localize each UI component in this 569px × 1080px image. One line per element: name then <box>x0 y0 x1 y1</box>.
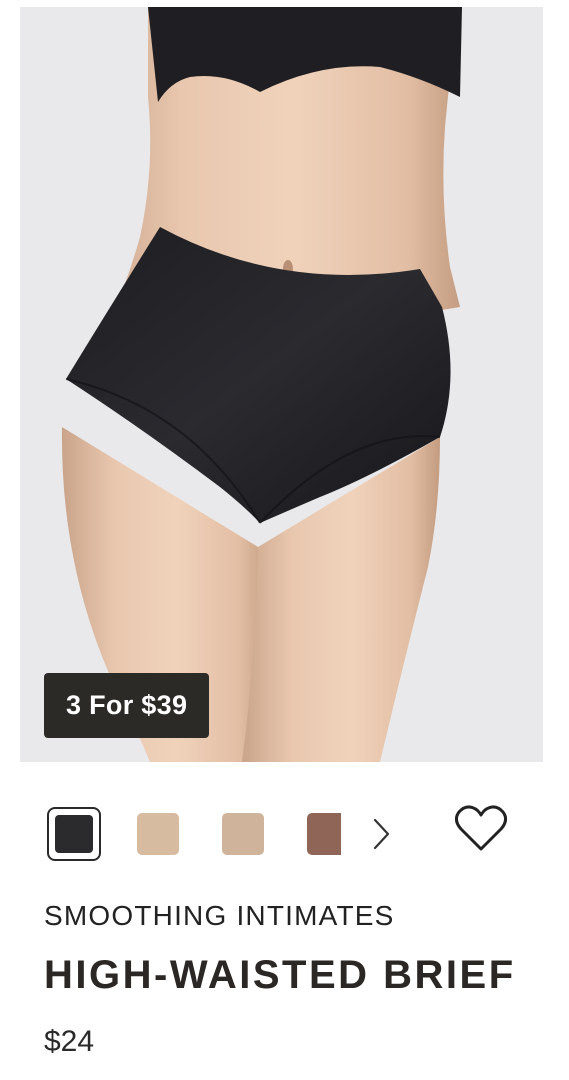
swatch-black-fill <box>55 815 93 853</box>
swatch-black[interactable] <box>47 807 101 861</box>
product-price: $24 <box>44 1025 95 1058</box>
color-swatches <box>47 806 393 862</box>
swatch-brown[interactable] <box>307 813 341 855</box>
chevron-right-icon[interactable] <box>369 814 393 854</box>
promo-badge: 3 For $39 <box>44 673 210 738</box>
swatch-nude-light[interactable] <box>137 813 179 855</box>
product-title[interactable]: HIGH-WAISTED BRIEF <box>44 953 516 998</box>
swatch-nude[interactable] <box>222 813 264 855</box>
product-photo-illustration <box>20 7 543 762</box>
product-image[interactable] <box>20 7 543 762</box>
heart-outline-icon[interactable] <box>453 800 509 856</box>
product-card[interactable]: 3 For $39 SMOOTHING INTIMATES HIGH-WAIST… <box>0 0 569 1080</box>
brand-name: SMOOTHING INTIMATES <box>44 900 395 931</box>
